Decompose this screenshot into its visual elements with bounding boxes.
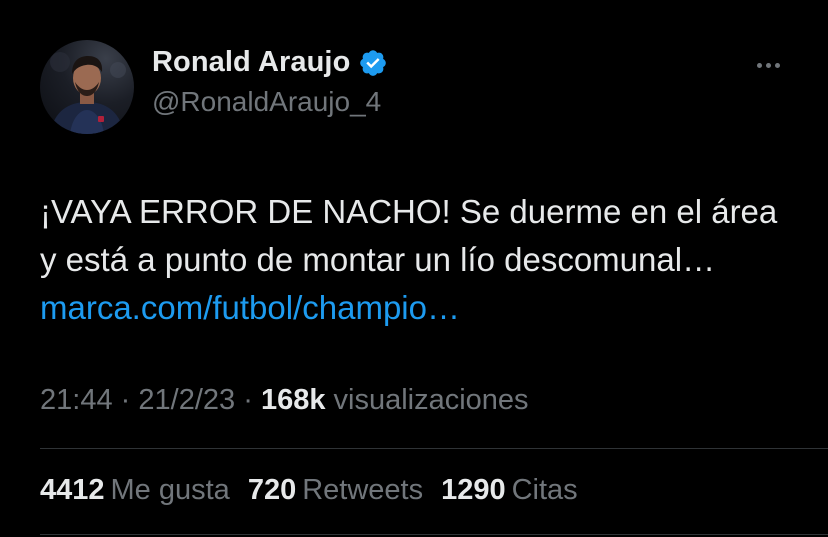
- likes-label: Me gusta: [110, 474, 230, 506]
- more-dot: [774, 62, 780, 68]
- quotes-stat[interactable]: 1290 Citas: [441, 474, 578, 507]
- tweet-card: Ronald Araujo @RonaldAraujo_4 ¡VAYA ERRO…: [0, 0, 828, 537]
- quotes-count: 1290: [441, 474, 506, 506]
- author-handle[interactable]: @RonaldAraujo_4: [152, 86, 381, 118]
- tweet-time[interactable]: 21:44: [40, 384, 113, 416]
- tweet-body: ¡VAYA ERROR DE NACHO! Se duerme en el ár…: [40, 193, 778, 278]
- meta-separator: ·: [120, 384, 131, 416]
- retweets-label: Retweets: [302, 474, 424, 506]
- tweet-text: ¡VAYA ERROR DE NACHO! Se duerme en el ár…: [40, 188, 800, 332]
- more-horizontal-icon: [756, 62, 762, 68]
- views-label: visualizaciones: [333, 384, 529, 416]
- more-dot: [765, 62, 771, 68]
- tweet-link[interactable]: marca.com/futbol/champio…: [40, 289, 460, 326]
- divider: [40, 448, 828, 449]
- author-display-name[interactable]: Ronald Araujo: [152, 46, 350, 79]
- tweet-date[interactable]: 21/2/23: [138, 384, 235, 416]
- views-count: 168k: [260, 384, 326, 416]
- verified-badge-icon: [358, 48, 388, 78]
- likes-stat[interactable]: 4412 Me gusta: [40, 474, 230, 507]
- retweets-count: 720: [247, 474, 297, 506]
- likes-count: 4412: [40, 474, 105, 506]
- more-options-button[interactable]: [748, 52, 788, 78]
- meta-separator: ·: [243, 384, 253, 416]
- tweet-meta: 21:44 · 21/2/23 · 168k visualizaciones: [40, 384, 529, 417]
- avatar[interactable]: [40, 40, 134, 134]
- avatar-image: [50, 52, 126, 134]
- divider: [40, 534, 828, 535]
- author-name-row: Ronald Araujo: [152, 46, 388, 79]
- retweets-stat[interactable]: 720 Retweets: [248, 474, 423, 507]
- tweet-stats: 4412 Me gusta 720 Retweets 1290 Citas: [40, 474, 578, 507]
- quotes-label: Citas: [511, 474, 578, 506]
